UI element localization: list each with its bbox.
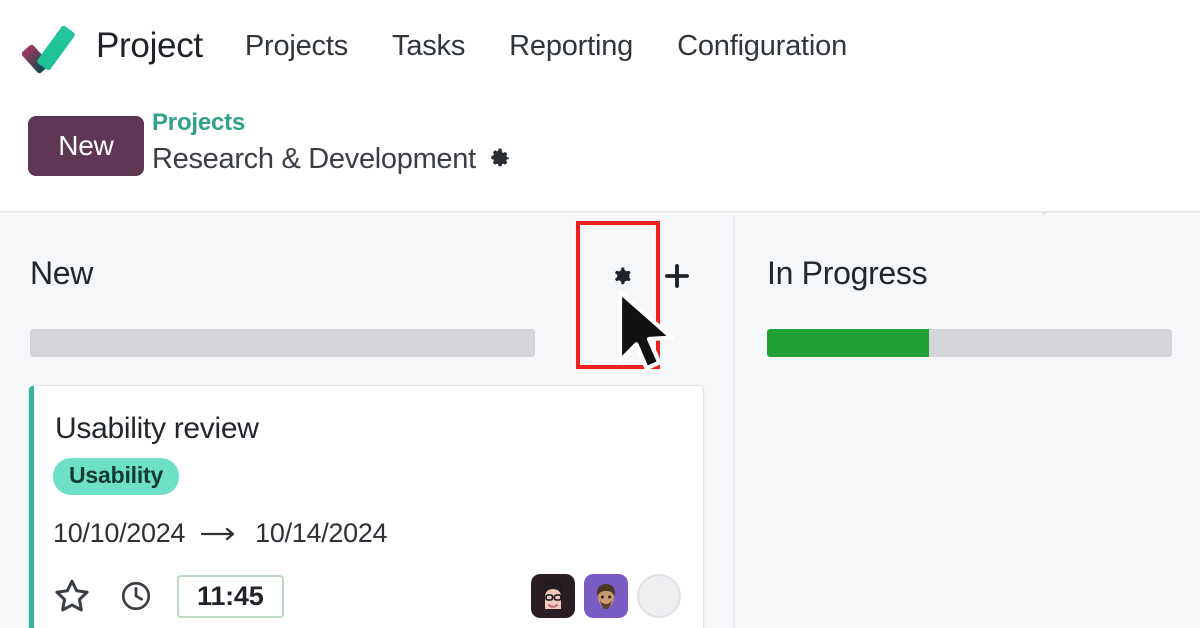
card-accent-bar (29, 386, 34, 628)
card-assignee-avatars (531, 574, 681, 618)
kanban-column-in-progress-progressbar[interactable] (767, 329, 1172, 357)
card-time-allocated[interactable]: 11:45 (177, 574, 284, 618)
avatar[interactable] (531, 574, 575, 618)
clock-icon[interactable] (119, 579, 153, 613)
navbar-links: Projects Tasks Reporting Configuration (245, 30, 847, 63)
nav-item-projects[interactable]: Projects (245, 30, 348, 63)
new-button[interactable]: New (28, 116, 144, 176)
top-navbar: Project Projects Tasks Reporting Configu… (0, 0, 1200, 92)
card-date-range: 10/10/2024 10/14/2024 (53, 518, 388, 549)
kanban-column-new-header: New (0, 215, 733, 357)
app-name[interactable]: Project (96, 26, 203, 66)
control-panel: New Projects Research & Development (0, 92, 1200, 277)
breadcrumb-current-row: Research & Development (152, 140, 514, 178)
plus-icon[interactable] (663, 262, 691, 290)
gear-icon[interactable] (488, 146, 514, 172)
card-title: Usability review (55, 412, 259, 445)
card-date-end: 10/14/2024 (255, 518, 388, 548)
breadcrumb-parent-projects[interactable]: Projects (152, 108, 514, 138)
star-outline-icon[interactable] (53, 577, 91, 615)
odoo-check-logo-icon[interactable] (20, 19, 80, 75)
breadcrumb: Projects Research & Development (152, 108, 514, 178)
nav-item-configuration[interactable]: Configuration (677, 30, 847, 63)
kanban-column-in-progress-header: In Progress (735, 215, 1200, 357)
kanban-board: New 2 Usability review (0, 215, 1200, 628)
breadcrumb-current-title: Research & Development (152, 143, 476, 175)
kanban-column-new-progressbar[interactable] (30, 329, 535, 357)
app-root: Project Projects Tasks Reporting Configu… (0, 0, 1200, 628)
card-tag-usability[interactable]: Usability (53, 458, 180, 495)
kanban-column-new-title: New (30, 255, 94, 291)
card-date-start: 10/10/2024 (53, 518, 186, 548)
gear-icon[interactable] (609, 261, 639, 291)
arrow-right-icon (201, 527, 235, 540)
kanban-column-new-actions (609, 261, 691, 291)
nav-item-tasks[interactable]: Tasks (392, 30, 465, 63)
nav-item-reporting[interactable]: Reporting (509, 30, 633, 63)
card-tag-container: Usability (53, 458, 180, 495)
kanban-column-in-progress-title: In Progress (767, 255, 928, 291)
progress-fill (767, 329, 929, 357)
avatar-empty-placeholder[interactable] (637, 574, 681, 618)
kanban-column-in-progress: In Progress Social network integration 1… (735, 215, 1200, 628)
logo-long-stroke (36, 24, 76, 72)
card-footer: 11:45 (53, 574, 681, 618)
kanban-card-usability-review[interactable]: Usability review Usability 10/10/2024 10… (28, 385, 704, 628)
kanban-column-new: New 2 Usability review (0, 215, 735, 628)
avatar[interactable] (584, 574, 628, 618)
